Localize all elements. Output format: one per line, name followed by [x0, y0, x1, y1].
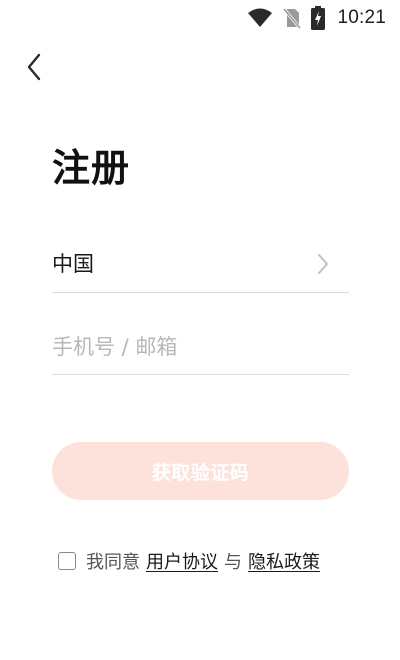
- register-screen: 10:21 注册 中国 获取验证码 我同意 用户协议 与 隐私政策: [0, 0, 400, 660]
- privacy-policy-link[interactable]: 隐私政策: [248, 548, 320, 574]
- user-agreement-link[interactable]: 用户协议: [146, 548, 218, 574]
- back-button[interactable]: [18, 52, 50, 86]
- no-sim-icon: [283, 7, 302, 29]
- account-field: [52, 320, 349, 375]
- chevron-left-icon: [26, 53, 42, 85]
- agree-prefix: 我同意: [86, 552, 140, 573]
- country-label: 中国: [52, 251, 94, 276]
- wifi-icon: [247, 7, 273, 29]
- phone-email-input[interactable]: [52, 320, 349, 374]
- chevron-right-icon: [317, 253, 329, 275]
- agree-checkbox[interactable]: [58, 552, 76, 570]
- agree-conjunction: 与: [224, 552, 242, 573]
- country-selector[interactable]: 中国: [52, 236, 349, 293]
- battery-charging-icon: [311, 6, 326, 30]
- page-title: 注册: [52, 146, 131, 190]
- agreement-row: 我同意 用户协议 与 隐私政策: [58, 548, 320, 574]
- status-time: 10:21: [337, 7, 386, 28]
- get-code-button[interactable]: 获取验证码: [52, 442, 349, 500]
- status-icons: 10:21: [247, 5, 386, 31]
- status-bar: 10:21: [0, 0, 400, 36]
